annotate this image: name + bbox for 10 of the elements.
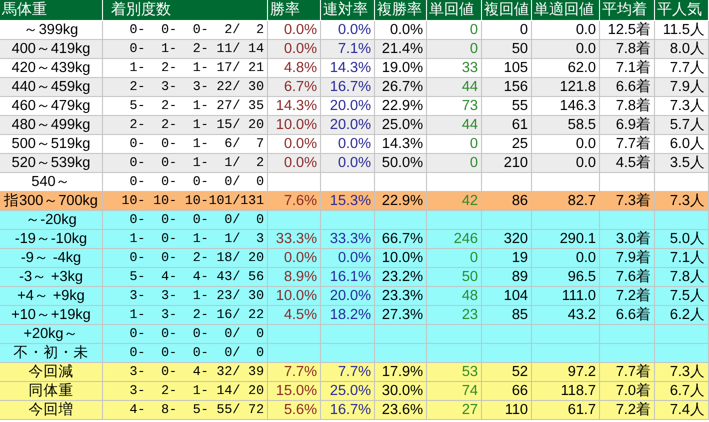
table-cell: 7.2着 (600, 401, 655, 420)
table-cell: 27 (427, 401, 482, 420)
table-cell: 61.7 (532, 401, 600, 420)
table-cell: 16.7% (321, 401, 375, 420)
table-cell: 110 (482, 401, 532, 420)
table-cell: 7.4人 (655, 401, 709, 420)
table-cell: 23.6% (375, 401, 427, 420)
table-cell: 4- 8- 5- 55/ 72 (103, 401, 268, 420)
row-label: 今回増 (0, 401, 103, 420)
table-cell: 5.6% (268, 401, 321, 420)
